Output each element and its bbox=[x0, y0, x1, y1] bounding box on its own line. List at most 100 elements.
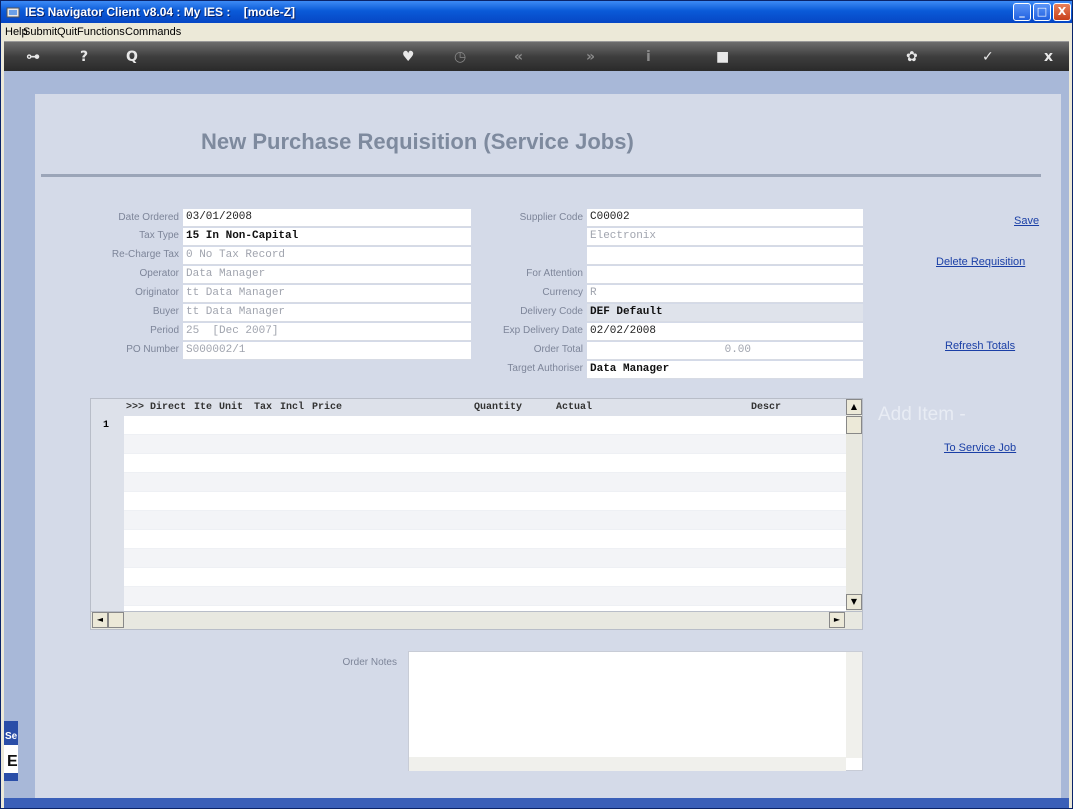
table-row[interactable] bbox=[124, 530, 846, 549]
exp-delivery-date-field[interactable]: 02/02/2008 bbox=[587, 323, 863, 341]
table-row[interactable] bbox=[124, 549, 846, 568]
delete-requisition-link[interactable]: Delete Requisition bbox=[936, 256, 1025, 268]
menu-bar: Help Submit Quit Functions Commands bbox=[1, 23, 1072, 41]
scroll-down-button[interactable]: ▼ bbox=[846, 594, 862, 610]
app-icon bbox=[6, 7, 20, 18]
target-authoriser-field[interactable]: Data Manager bbox=[587, 361, 863, 379]
order-notes-textarea[interactable] bbox=[408, 651, 863, 771]
supplier-code-field[interactable]: C00002 bbox=[587, 209, 863, 227]
close-icon[interactable]: x bbox=[1044, 49, 1053, 65]
currency-field[interactable]: R bbox=[587, 285, 863, 303]
scroll-right-button[interactable]: ► bbox=[829, 612, 845, 628]
date-ordered-field[interactable]: 03/01/2008 bbox=[183, 209, 471, 227]
toolbar: ⊶ ? Q ♥ ◷ « » i ■ ✿ ✓ x bbox=[4, 41, 1069, 71]
col-actual[interactable]: Actual bbox=[556, 402, 592, 413]
blank-field bbox=[587, 247, 863, 265]
col-tax[interactable]: Tax bbox=[254, 402, 272, 413]
maximize-button[interactable]: □ bbox=[1033, 3, 1051, 21]
col-price[interactable]: Price bbox=[312, 402, 342, 413]
status-bar bbox=[4, 798, 1069, 808]
row-number: 1 bbox=[103, 420, 110, 431]
help-icon[interactable]: ? bbox=[80, 49, 88, 65]
order-total-field: 0.00 bbox=[587, 342, 863, 360]
label-period: Period bbox=[150, 325, 179, 336]
back-icon[interactable]: « bbox=[514, 49, 523, 65]
refresh-totals-link[interactable]: Refresh Totals bbox=[945, 340, 1015, 352]
row-number-column: 1 bbox=[91, 416, 124, 611]
tax-type-field[interactable]: 15 In Non-Capital bbox=[183, 228, 471, 246]
check-icon[interactable]: ✓ bbox=[982, 49, 994, 65]
scroll-left-button[interactable]: ◄ bbox=[92, 612, 108, 628]
window-title: IES Navigator Client v8.04 : My IES : [m… bbox=[25, 5, 296, 19]
col-direct[interactable]: Direct bbox=[150, 402, 186, 413]
clock-icon[interactable]: ◷ bbox=[454, 49, 466, 65]
grid-header: >>> Direct Ite Unit Tax Incl Price Quant… bbox=[91, 399, 846, 416]
label-order-total: Order Total bbox=[533, 344, 583, 355]
key-icon[interactable]: ⊶ bbox=[26, 49, 40, 65]
for-attention-field[interactable] bbox=[587, 266, 863, 284]
period-field[interactable]: 25 [Dec 2007] bbox=[183, 323, 471, 341]
label-supplier-code: Supplier Code bbox=[519, 212, 583, 223]
originator-field[interactable]: tt Data Manager bbox=[183, 285, 471, 303]
supplier-name-field: Electronix bbox=[587, 228, 863, 246]
table-row[interactable] bbox=[124, 511, 846, 530]
table-row[interactable] bbox=[124, 454, 846, 473]
scroll-up-button[interactable]: ▲ bbox=[846, 399, 862, 415]
label-originator: Originator bbox=[135, 287, 179, 298]
notes-vertical-scrollbar[interactable] bbox=[846, 652, 862, 758]
minimize-button[interactable]: _ bbox=[1013, 3, 1031, 21]
side-panel-tab[interactable]: Se E bbox=[4, 721, 18, 781]
title-divider bbox=[41, 174, 1041, 177]
delivery-code-field[interactable]: DEF Default bbox=[587, 304, 863, 322]
app-window: IES Navigator Client v8.04 : My IES : [m… bbox=[0, 0, 1073, 809]
menu-submit[interactable]: Submit bbox=[23, 26, 57, 38]
table-row[interactable] bbox=[124, 473, 846, 492]
label-recharge-tax: Re-Charge Tax bbox=[111, 249, 179, 260]
forward-icon[interactable]: » bbox=[586, 49, 595, 65]
menu-quit[interactable]: Quit bbox=[57, 26, 77, 38]
label-tax-type: Tax Type bbox=[139, 230, 179, 241]
col-incl[interactable]: Incl bbox=[280, 402, 304, 413]
col-quantity[interactable]: Quantity bbox=[474, 402, 522, 413]
table-row[interactable] bbox=[124, 416, 846, 435]
items-grid[interactable]: >>> Direct Ite Unit Tax Incl Price Quant… bbox=[90, 398, 863, 630]
side-panel-text: Se bbox=[5, 731, 18, 742]
col-item[interactable]: Ite bbox=[194, 402, 212, 413]
operator-field[interactable]: Data Manager bbox=[183, 266, 471, 284]
label-po-number: PO Number bbox=[126, 344, 179, 355]
recharge-tax-field[interactable]: 0 No Tax Record bbox=[183, 247, 471, 265]
col-marker[interactable]: >>> bbox=[126, 402, 144, 413]
label-operator: Operator bbox=[139, 268, 179, 279]
menu-commands[interactable]: Commands bbox=[125, 26, 181, 38]
label-exp-delivery-date: Exp Delivery Date bbox=[502, 325, 583, 336]
notes-horizontal-scrollbar[interactable] bbox=[409, 757, 846, 771]
close-button[interactable]: X bbox=[1053, 3, 1071, 21]
to-service-job-link[interactable]: To Service Job bbox=[944, 442, 1016, 454]
search-icon[interactable]: Q bbox=[126, 49, 138, 65]
stop-icon[interactable]: ■ bbox=[716, 49, 729, 65]
label-buyer: Buyer bbox=[152, 306, 179, 317]
label-delivery-code: Delivery Code bbox=[520, 306, 583, 317]
table-row[interactable] bbox=[124, 492, 846, 511]
grid-body[interactable] bbox=[124, 416, 846, 611]
table-row[interactable] bbox=[124, 587, 846, 606]
scroll-thumb[interactable] bbox=[846, 416, 862, 434]
grid-horizontal-scrollbar[interactable]: ◄ ► bbox=[91, 611, 862, 629]
label-order-notes: Order Notes bbox=[342, 657, 397, 668]
col-descr[interactable]: Descr bbox=[751, 402, 781, 413]
menu-functions[interactable]: Functions bbox=[77, 26, 125, 38]
hscroll-thumb[interactable] bbox=[108, 612, 124, 628]
po-number-field[interactable]: S000002/1 bbox=[183, 342, 471, 360]
table-row[interactable] bbox=[124, 435, 846, 454]
heart-icon[interactable]: ♥ bbox=[402, 49, 415, 65]
settings-icon[interactable]: ✿ bbox=[906, 49, 918, 65]
buyer-field[interactable]: tt Data Manager bbox=[183, 304, 471, 322]
title-bar[interactable]: IES Navigator Client v8.04 : My IES : [m… bbox=[1, 1, 1072, 23]
grid-vertical-scrollbar[interactable]: ▲ ▼ bbox=[846, 399, 862, 611]
label-for-attention: For Attention bbox=[526, 268, 583, 279]
save-link[interactable]: Save bbox=[1014, 215, 1039, 227]
side-panel-letter: E bbox=[7, 753, 18, 770]
table-row[interactable] bbox=[124, 568, 846, 587]
col-unit[interactable]: Unit bbox=[219, 402, 243, 413]
info-icon[interactable]: i bbox=[646, 49, 651, 65]
